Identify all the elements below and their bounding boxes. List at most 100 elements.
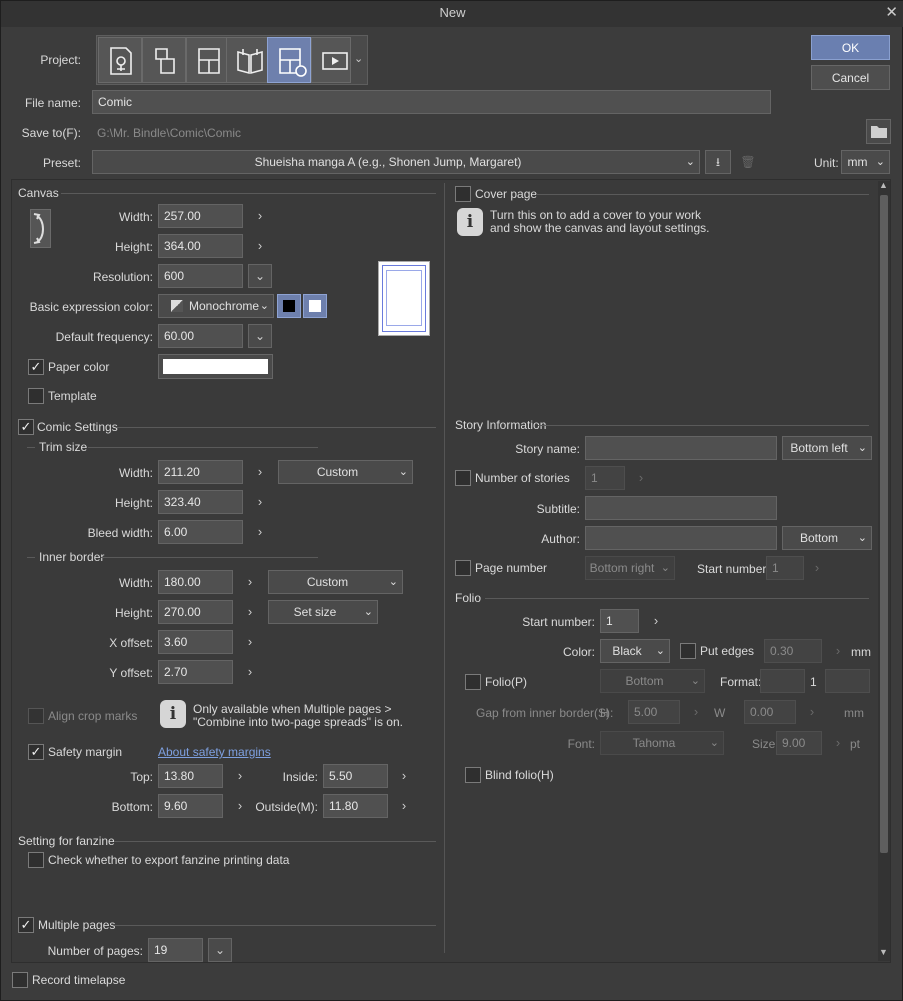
align-crop-marks-checkbox[interactable] (28, 708, 44, 724)
subtitle-input[interactable] (585, 496, 777, 520)
folio-start-number-arrow-icon[interactable]: › (650, 613, 662, 628)
close-icon[interactable]: ✕ (885, 1, 898, 25)
ok-button[interactable]: OK (811, 35, 890, 60)
folio-position-select[interactable]: Bottom ⌄ (600, 669, 705, 693)
x-offset-arrow-icon[interactable]: › (244, 634, 256, 649)
trim-width-input[interactable]: 211.20 (158, 460, 243, 484)
black-color-swatch[interactable] (277, 294, 301, 318)
scroll-up-icon[interactable]: ▲ (879, 180, 888, 190)
folio-size-input[interactable]: 9.00 (776, 731, 822, 755)
inner-preset-select[interactable]: Custom ⌄ (268, 570, 403, 594)
blind-folio-checkbox[interactable] (465, 767, 481, 783)
scrollbar-thumb[interactable] (880, 195, 888, 853)
inner-height-arrow-icon[interactable]: › (244, 604, 256, 619)
expression-color-select[interactable]: Monochrome ⌄ (158, 294, 274, 318)
outside-margin-arrow-icon[interactable]: › (398, 798, 410, 813)
fanzine-export-checkbox[interactable] (28, 852, 44, 868)
project-more-chevron-icon[interactable]: ⌄ (354, 52, 363, 65)
folio-size-arrow-icon[interactable]: › (832, 735, 844, 750)
page-number-position-select[interactable]: Bottom right ⌄ (585, 556, 675, 580)
bleed-input[interactable]: 6.00 (158, 520, 243, 544)
x-offset-input[interactable]: 3.60 (158, 630, 233, 654)
folio-color-select[interactable]: Black ⌄ (600, 639, 670, 663)
unit-select[interactable]: mm ⌄ (841, 150, 890, 174)
top-margin-input[interactable]: 13.80 (158, 764, 223, 788)
gap-w-input[interactable]: 0.00 (744, 700, 796, 724)
frequency-dropdown[interactable]: ⌄ (248, 324, 272, 348)
put-edges-input[interactable]: 0.30 (764, 639, 822, 663)
top-margin-arrow-icon[interactable]: › (234, 768, 246, 783)
project-animation-button[interactable] (311, 37, 351, 83)
gap-w-arrow-icon[interactable]: › (806, 704, 818, 719)
author-position-value: Bottom (799, 531, 838, 545)
canvas-width-input[interactable]: 257.00 (158, 204, 243, 228)
inner-height-input[interactable]: 270.00 (158, 600, 233, 624)
trim-height-arrow-icon[interactable]: › (254, 494, 266, 509)
delete-preset-icon[interactable]: 🗑 (737, 151, 759, 173)
project-comic-button[interactable] (186, 37, 230, 83)
number-of-stories-input[interactable]: 1 (585, 466, 625, 490)
page-start-number-arrow-icon[interactable]: › (811, 560, 823, 575)
inside-margin-input[interactable]: 5.50 (323, 764, 388, 788)
number-of-pages-dropdown[interactable]: ⌄ (208, 938, 232, 962)
canvas-width-arrow-icon[interactable]: › (254, 208, 266, 223)
record-timelapse-checkbox[interactable] (12, 972, 28, 988)
scrollbar[interactable]: ▲ ▼ (878, 180, 890, 961)
resolution-input[interactable]: 600 (158, 264, 243, 288)
trim-preset-select[interactable]: Custom ⌄ (278, 460, 413, 484)
outside-margin-input[interactable]: 11.80 (323, 794, 388, 818)
inner-size-select[interactable]: Set size ⌄ (268, 600, 378, 624)
comic-settings-checkbox[interactable]: ✓ (18, 419, 34, 435)
inner-width-input[interactable]: 180.00 (158, 570, 233, 594)
frequency-input[interactable]: 60.00 (158, 324, 243, 348)
trim-width-arrow-icon[interactable]: › (254, 464, 266, 479)
folio-font-select[interactable]: Tahoma ⌄ (600, 731, 724, 755)
white-color-swatch[interactable] (303, 294, 327, 318)
paper-color-checkbox[interactable]: ✓ (28, 359, 44, 375)
folio-checkbox[interactable] (465, 674, 481, 690)
gap-h-arrow-icon[interactable]: › (690, 704, 702, 719)
bleed-arrow-icon[interactable]: › (254, 524, 266, 539)
orientation-toggle[interactable] (30, 209, 51, 248)
preset-select[interactable]: Shueisha manga A (e.g., Shonen Jump, Mar… (92, 150, 700, 174)
story-name-input[interactable] (585, 436, 777, 460)
scroll-down-icon[interactable]: ▼ (879, 947, 888, 957)
resolution-dropdown[interactable]: ⌄ (248, 264, 272, 288)
cover-page-checkbox[interactable] (455, 186, 471, 202)
page-number-checkbox[interactable] (455, 560, 471, 576)
project-illustration-button[interactable] (98, 37, 142, 83)
number-of-stories-checkbox[interactable] (455, 470, 471, 486)
story-name-position-select[interactable]: Bottom left ⌄ (782, 436, 872, 460)
multiple-pages-checkbox[interactable]: ✓ (18, 917, 34, 933)
inner-width-arrow-icon[interactable]: › (244, 574, 256, 589)
project-webtoon-button[interactable] (142, 37, 186, 83)
bottom-margin-input[interactable]: 9.60 (158, 794, 223, 818)
canvas-height-arrow-icon[interactable]: › (254, 238, 266, 253)
put-edges-arrow-icon[interactable]: › (832, 643, 844, 658)
page-start-number-input[interactable]: 1 (766, 556, 804, 580)
about-safety-margins-link[interactable]: About safety margins (158, 745, 271, 759)
project-comic-settings-button[interactable] (267, 37, 311, 83)
author-input[interactable] (585, 526, 777, 550)
cancel-button[interactable]: Cancel (811, 65, 890, 90)
template-checkbox[interactable] (28, 388, 44, 404)
project-book-button[interactable] (226, 37, 270, 83)
inside-margin-arrow-icon[interactable]: › (398, 768, 410, 783)
number-of-pages-input[interactable]: 19 (148, 938, 203, 962)
folio-format-prefix-input[interactable] (760, 669, 805, 693)
paper-color-swatch[interactable] (158, 354, 273, 379)
put-edges-checkbox[interactable] (680, 643, 696, 659)
folio-format-suffix-input[interactable] (825, 669, 870, 693)
folio-start-number-input[interactable]: 1 (600, 609, 639, 633)
gap-h-input[interactable]: 5.00 (628, 700, 680, 724)
y-offset-input[interactable]: 2.70 (158, 660, 233, 684)
browse-folder-button[interactable] (866, 119, 891, 144)
trim-height-input[interactable]: 323.40 (158, 490, 243, 514)
file-name-input[interactable]: Comic (92, 90, 771, 114)
safety-margin-checkbox[interactable]: ✓ (28, 744, 44, 760)
author-position-select[interactable]: Bottom ⌄ (782, 526, 872, 550)
y-offset-arrow-icon[interactable]: › (244, 664, 256, 679)
canvas-height-input[interactable]: 364.00 (158, 234, 243, 258)
save-preset-button[interactable]: ⭳ (705, 150, 731, 174)
number-of-stories-arrow-icon[interactable]: › (635, 470, 647, 485)
